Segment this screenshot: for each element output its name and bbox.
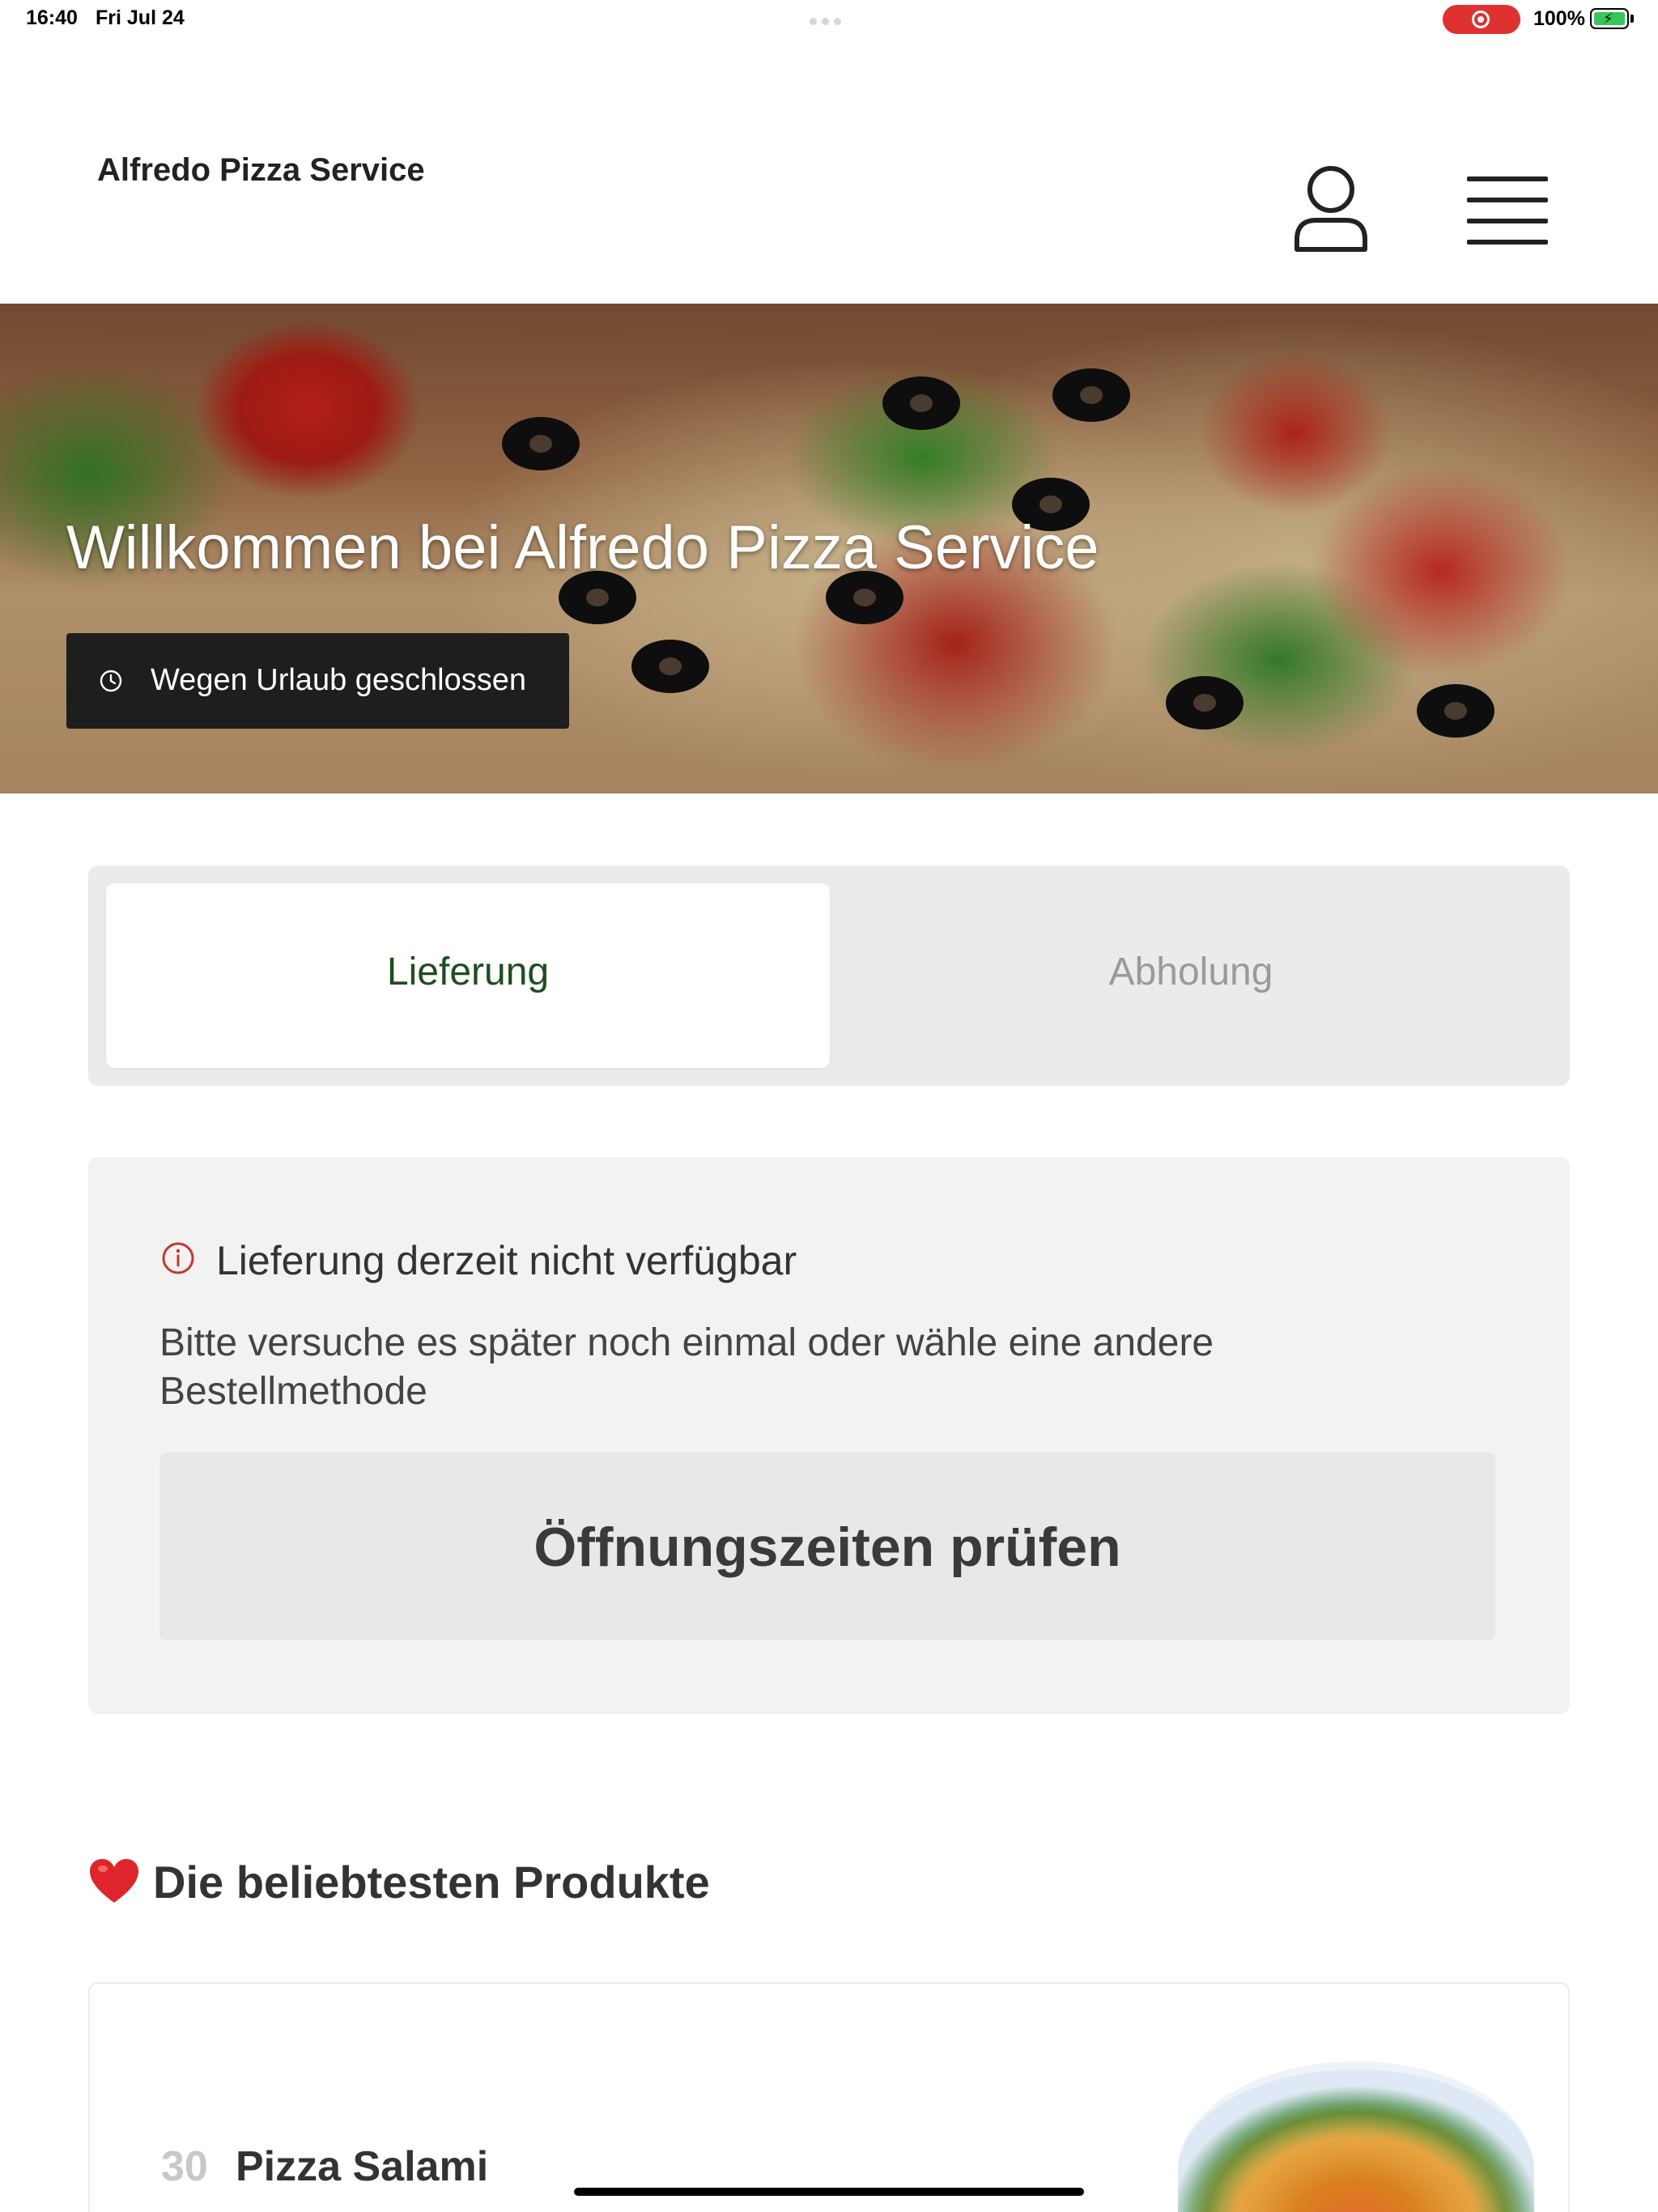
hero-title: Willkommen bei Alfredo Pizza Service <box>66 513 1099 582</box>
charging-bolt-icon: ⚡ <box>1603 11 1613 27</box>
clock-icon <box>100 670 122 692</box>
battery-percent: 100% <box>1533 7 1585 30</box>
order-method-toggle: Lieferung Abholung <box>88 866 1570 1086</box>
notice-text: Bitte versuche es später noch einmal ode… <box>159 1321 1214 1413</box>
tab-lieferung-label: Lieferung <box>386 951 550 993</box>
check-opening-hours-button[interactable]: Öffnungszeiten prüfen <box>159 1453 1495 1640</box>
check-opening-hours-label: Öffnungszeiten prüfen <box>534 1516 1121 1578</box>
info-icon <box>162 1242 194 1274</box>
screen-recording-indicator[interactable] <box>1443 5 1520 34</box>
battery-icon: ⚡ <box>1590 8 1629 29</box>
product-card[interactable]: 30 Pizza Salami <box>88 1982 1570 2212</box>
tab-lieferung[interactable]: Lieferung <box>106 883 830 1068</box>
notice-title: Lieferung derzeit nicht verfügbar <box>216 1238 797 1283</box>
status-bar: 16:40 Fri Jul 24 100% ⚡ <box>0 0 1658 39</box>
status-badge: Wegen Urlaub geschlossen <box>66 633 569 729</box>
user-icon[interactable] <box>1292 165 1370 254</box>
heart-icon <box>90 1859 138 1903</box>
product-name: Pizza Salami <box>236 2143 489 2190</box>
status-badge-text: Wegen Urlaub geschlossen <box>151 663 527 697</box>
delivery-unavailable-notice: Lieferung derzeit nicht verfügbar Bitte … <box>88 1157 1570 1714</box>
hamburger-menu-icon[interactable] <box>1467 177 1548 245</box>
status-time: 16:40 <box>26 6 78 29</box>
app-screen: 16:40 Fri Jul 24 100% ⚡ Alfredo Pizza Se… <box>0 0 1658 2212</box>
product-image <box>1178 2061 1534 2212</box>
multitasking-dots-icon[interactable] <box>810 15 848 25</box>
status-date: Fri Jul 24 <box>96 6 185 29</box>
brand-title[interactable]: Alfredo Pizza Service <box>97 152 425 189</box>
tab-abholung[interactable]: Abholung <box>830 883 1552 1068</box>
popular-products-title: Die beliebtesten Produkte <box>153 1857 710 1908</box>
record-icon <box>1472 11 1490 28</box>
home-indicator[interactable] <box>574 2188 1084 2196</box>
site-header: Alfredo Pizza Service <box>0 39 1658 304</box>
battery-cap <box>1630 15 1634 23</box>
hero-banner: Willkommen bei Alfredo Pizza Service Weg… <box>0 304 1658 793</box>
tab-abholung-label: Abholung <box>1108 951 1273 993</box>
product-number: 30 <box>161 2143 208 2190</box>
